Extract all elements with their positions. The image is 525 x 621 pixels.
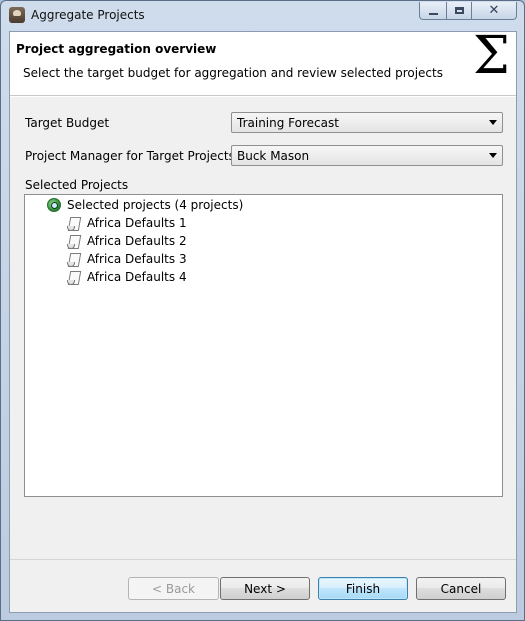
- close-button[interactable]: ✕: [471, 2, 517, 20]
- tree-item-label: Africa Defaults 1: [87, 216, 187, 230]
- chevron-down-icon: [486, 149, 499, 162]
- sigma-icon: Σ: [473, 26, 510, 86]
- next-button[interactable]: Next >: [220, 577, 310, 600]
- tree-item[interactable]: Africa Defaults 1: [67, 214, 187, 232]
- selected-projects-tree[interactable]: Selected projects (4 projects) Africa De…: [24, 194, 503, 497]
- target-budget-label: Target Budget: [25, 116, 110, 130]
- page-title: Project aggregation overview: [16, 42, 217, 56]
- page-description: Select the target budget for aggregation…: [23, 66, 443, 80]
- tree-root-node[interactable]: Selected projects (4 projects): [47, 196, 243, 214]
- tree-item-label: Africa Defaults 3: [87, 252, 187, 266]
- target-budget-dropdown[interactable]: Training Forecast: [231, 112, 503, 133]
- project-manager-dropdown[interactable]: Buck Mason: [231, 145, 503, 166]
- dialog-client-area: Project aggregation overview Select the …: [9, 26, 517, 613]
- back-button[interactable]: < Back: [128, 577, 219, 600]
- title-bar[interactable]: Aggregate Projects ✕: [1, 1, 524, 29]
- finish-button[interactable]: Finish: [318, 577, 408, 600]
- minimize-icon: [428, 12, 438, 15]
- selected-projects-label: Selected Projects: [25, 178, 129, 192]
- wizard-banner: Project aggregation overview Select the …: [10, 26, 516, 96]
- project-document-icon: [67, 234, 82, 249]
- cancel-button[interactable]: Cancel: [416, 577, 506, 600]
- tree-item-label: Africa Defaults 2: [87, 234, 187, 248]
- maximize-icon: [454, 7, 464, 14]
- banner-divider: [10, 96, 516, 97]
- project-document-icon: [67, 252, 82, 267]
- project-group-icon: [47, 198, 61, 212]
- maximize-button[interactable]: [446, 2, 472, 20]
- app-icon: [9, 7, 25, 23]
- target-budget-value: Training Forecast: [237, 116, 339, 130]
- tree-item[interactable]: Africa Defaults 2: [67, 232, 187, 250]
- project-manager-label: Project Manager for Target Projects: [25, 149, 235, 163]
- project-document-icon: [67, 216, 82, 231]
- window-title: Aggregate Projects: [31, 8, 145, 22]
- tree-root-label: Selected projects (4 projects): [67, 198, 244, 212]
- project-document-icon: [67, 270, 82, 285]
- dialog-window: Aggregate Projects ✕ Project aggregation…: [0, 0, 525, 621]
- chevron-down-icon: [486, 116, 499, 129]
- button-bar-divider: [10, 559, 516, 560]
- tree-item[interactable]: Africa Defaults 4: [67, 268, 187, 286]
- project-manager-value: Buck Mason: [237, 149, 310, 163]
- minimize-button[interactable]: [419, 2, 447, 20]
- tree-item[interactable]: Africa Defaults 3: [67, 250, 187, 268]
- tree-item-label: Africa Defaults 4: [87, 270, 187, 284]
